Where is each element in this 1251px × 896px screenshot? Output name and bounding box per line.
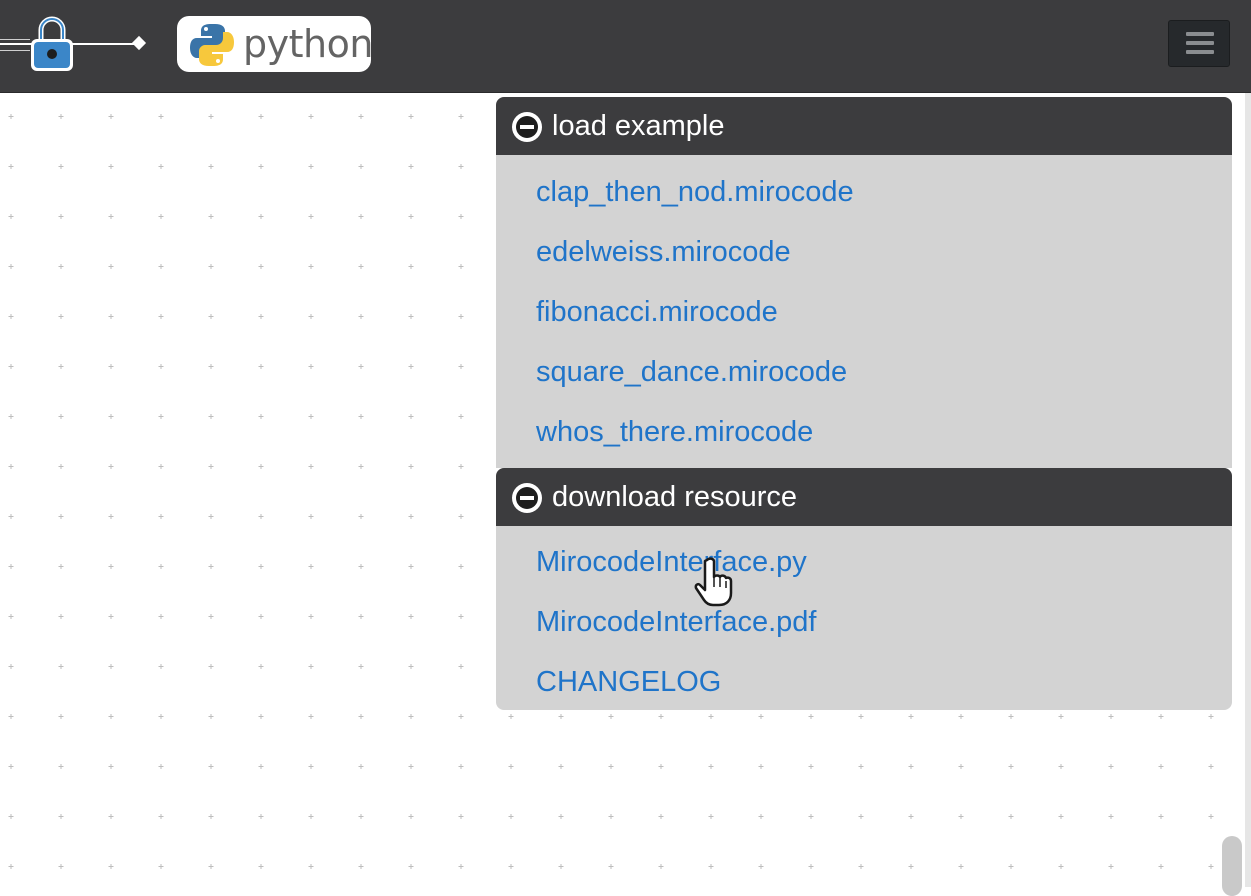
minus-circle-icon[interactable] <box>512 483 542 513</box>
download-resource-header[interactable]: download resource <box>496 468 1232 526</box>
load-example-list: clap_then_nod.mirocode edelweiss.mirocod… <box>496 155 1232 468</box>
download-resource-list: MirocodeInterface.py MirocodeInterface.p… <box>496 526 1232 710</box>
example-link-fibonacci[interactable]: fibonacci.mirocode <box>536 295 778 329</box>
python-wordmark: python <box>243 22 373 66</box>
top-bar: python <box>0 0 1251 93</box>
minus-circle-icon[interactable] <box>512 112 542 142</box>
hamburger-icon-bar <box>1186 50 1214 54</box>
lock-icon[interactable] <box>27 14 77 74</box>
resource-link-interface-pdf[interactable]: MirocodeInterface.pdf <box>536 605 816 639</box>
lock-connector-edge <box>0 39 30 51</box>
python-snake-icon <box>190 24 234 66</box>
hand-pointer-icon <box>694 557 733 607</box>
scrollbar-track[interactable] <box>1245 93 1251 887</box>
hamburger-icon <box>1186 32 1214 36</box>
resource-link-interface-py[interactable]: MirocodeInterface.py <box>536 545 807 579</box>
resource-link-changelog[interactable]: CHANGELOG <box>536 665 721 699</box>
hamburger-icon-bar <box>1186 41 1214 45</box>
scrollbar-thumb[interactable] <box>1222 836 1242 896</box>
example-link-whos-there[interactable]: whos_there.mirocode <box>536 415 813 449</box>
lock-connector-diamond <box>131 35 147 51</box>
panel-title: download resource <box>552 481 798 513</box>
example-link-square-dance[interactable]: square_dance.mirocode <box>536 355 847 389</box>
example-link-clap-then-nod[interactable]: clap_then_nod.mirocode <box>536 175 854 209</box>
panel-title: load example <box>552 110 725 142</box>
example-link-edelweiss[interactable]: edelweiss.mirocode <box>536 235 791 269</box>
python-logo[interactable]: python <box>177 16 373 72</box>
menu-button[interactable] <box>1168 20 1230 67</box>
load-example-header[interactable]: load example <box>496 97 1232 155</box>
